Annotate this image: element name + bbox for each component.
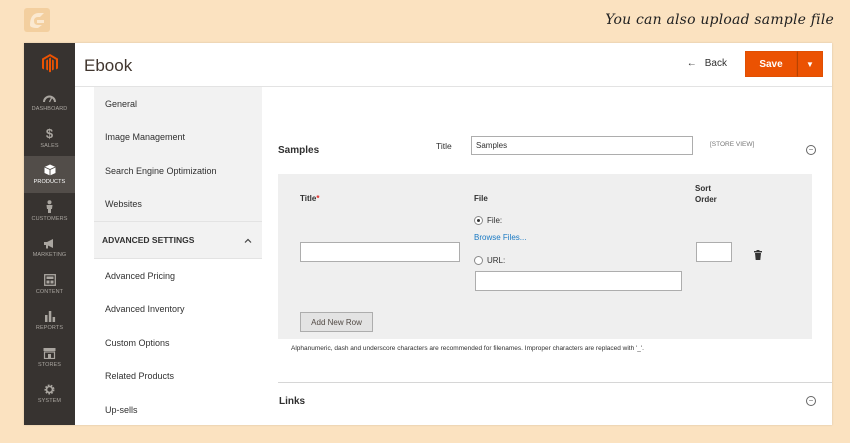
samples-title-input[interactable] [471,136,693,155]
caption: You can also upload sample file [605,12,834,28]
radio-url-button[interactable] [474,256,483,265]
caret-down-icon: ▼ [806,59,814,69]
sidebar-item-related-products[interactable]: Related Products [94,359,262,393]
required-mark: * [316,194,320,203]
nav-item-system[interactable]: SYSTEM [24,375,75,412]
section-divider [278,382,832,383]
sidebar-item-websites[interactable]: Websites [94,188,262,222]
radio-url-label: URL: [487,256,506,265]
sample-title-input[interactable] [300,242,460,262]
nav-item-customers[interactable]: CUSTOMERS [24,193,75,230]
content-icon [43,273,56,287]
browse-files-link[interactable]: Browse Files... [474,233,526,242]
main-content: Samples − Title [STORE VIEW] Title* File… [262,87,832,425]
nav-item-stores[interactable]: STORES [24,339,75,376]
cube-icon [43,163,56,177]
dollar-icon: $ [45,126,54,142]
links-section-title[interactable]: Links [279,396,305,407]
radio-file-button[interactable] [474,216,483,225]
nav-item-label: SALES [40,142,59,149]
sidebar-item-search-engine-optimization[interactable]: Search Engine Optimization [94,154,262,188]
nav-item-marketing[interactable]: MARKETING [24,229,75,266]
gear-icon [43,382,56,396]
sidebar-item-image-management[interactable]: Image Management [94,121,262,155]
product-sections-sidebar: General Image Management Search Engine Opt… [94,87,262,425]
col-title-header: Title* [300,194,319,203]
nav-item-reports[interactable]: REPORTS [24,302,75,339]
nav-item-content[interactable]: CONTENT [24,266,75,303]
sidebar-item-general[interactable]: General [94,87,262,121]
sort-order-input[interactable] [696,242,732,262]
save-options-toggle[interactable]: ▼ [797,51,823,77]
sidebar-item-custom-options[interactable]: Custom Options [94,326,262,360]
nav-item-sales[interactable]: $ SALES [24,120,75,157]
nav-item-label: CONTENT [35,288,64,295]
nav-item-label: MARKETING [32,252,67,259]
radio-url-option[interactable]: URL: [474,256,505,265]
nav-item-label: REPORTS [35,325,64,332]
radio-file-option[interactable]: File: [474,216,502,225]
col-file-header: File [474,194,488,203]
sidebar-item-advanced-pricing[interactable]: Advanced Pricing [94,259,262,293]
samples-section-title[interactable]: Samples [278,145,319,156]
magento-logo[interactable] [24,43,75,83]
col-title-label: Title [300,194,317,203]
nav-item-label: PRODUCTS [33,179,66,186]
bar-chart-icon [44,309,56,323]
add-new-row-button[interactable]: Add New Row [300,312,373,332]
samples-grid: Title* File Sort Order File: Browse File… [278,174,812,339]
save-button-group: Save ▼ [745,51,823,77]
samples-title-label: Title [436,141,452,151]
collapse-icon[interactable]: − [806,145,816,155]
nav-item-label: STORES [37,361,62,368]
radio-file-label: File: [487,216,503,225]
admin-navbar: DASHBOARD $ SALES PRODUCTS CUSTOMERS MARKETIN… [24,43,75,425]
back-label: Back [704,58,727,69]
col-sort-order-header: Sort Order [695,184,717,204]
nav-item-label: SYSTEM [37,398,62,405]
person-icon [45,200,54,214]
megaphone-icon [43,236,56,250]
filename-note: Alphanumeric, dash and underscore charac… [291,345,644,352]
collapse-icon[interactable]: − [806,396,816,406]
page-title: Ebook [84,56,133,75]
nav-item-label: CUSTOMERS [31,215,68,222]
dashboard-icon [43,90,56,104]
arrow-left-icon: ← [686,58,697,69]
advanced-settings-heading: ADVANCED SETTINGS [102,235,195,245]
save-button[interactable]: Save [745,51,797,77]
store-view-scope: [STORE VIEW] [710,141,755,148]
sample-url-input[interactable] [475,271,682,291]
store-icon [43,346,56,360]
nav-item-label: DASHBOARD [31,106,68,113]
chevron-up-icon [244,235,252,245]
advanced-settings-list: Advanced Pricing Advanced Inventory Custom… [94,259,262,425]
page-logo [24,8,50,32]
trash-icon[interactable] [754,250,762,260]
back-button[interactable]: ← Back [687,58,727,69]
admin-window: DASHBOARD $ SALES PRODUCTS CUSTOMERS MARKETIN… [24,43,832,425]
sidebar-item-up-sells[interactable]: Up-sells [94,393,262,425]
nav-item-products[interactable]: PRODUCTS [24,156,75,193]
page-header: Ebook ← Back Save ▼ [75,43,832,87]
nav-item-dashboard[interactable]: DASHBOARD [24,83,75,120]
advanced-settings-toggle[interactable]: ADVANCED SETTINGS [94,221,262,259]
sidebar-item-advanced-inventory[interactable]: Advanced Inventory [94,292,262,326]
